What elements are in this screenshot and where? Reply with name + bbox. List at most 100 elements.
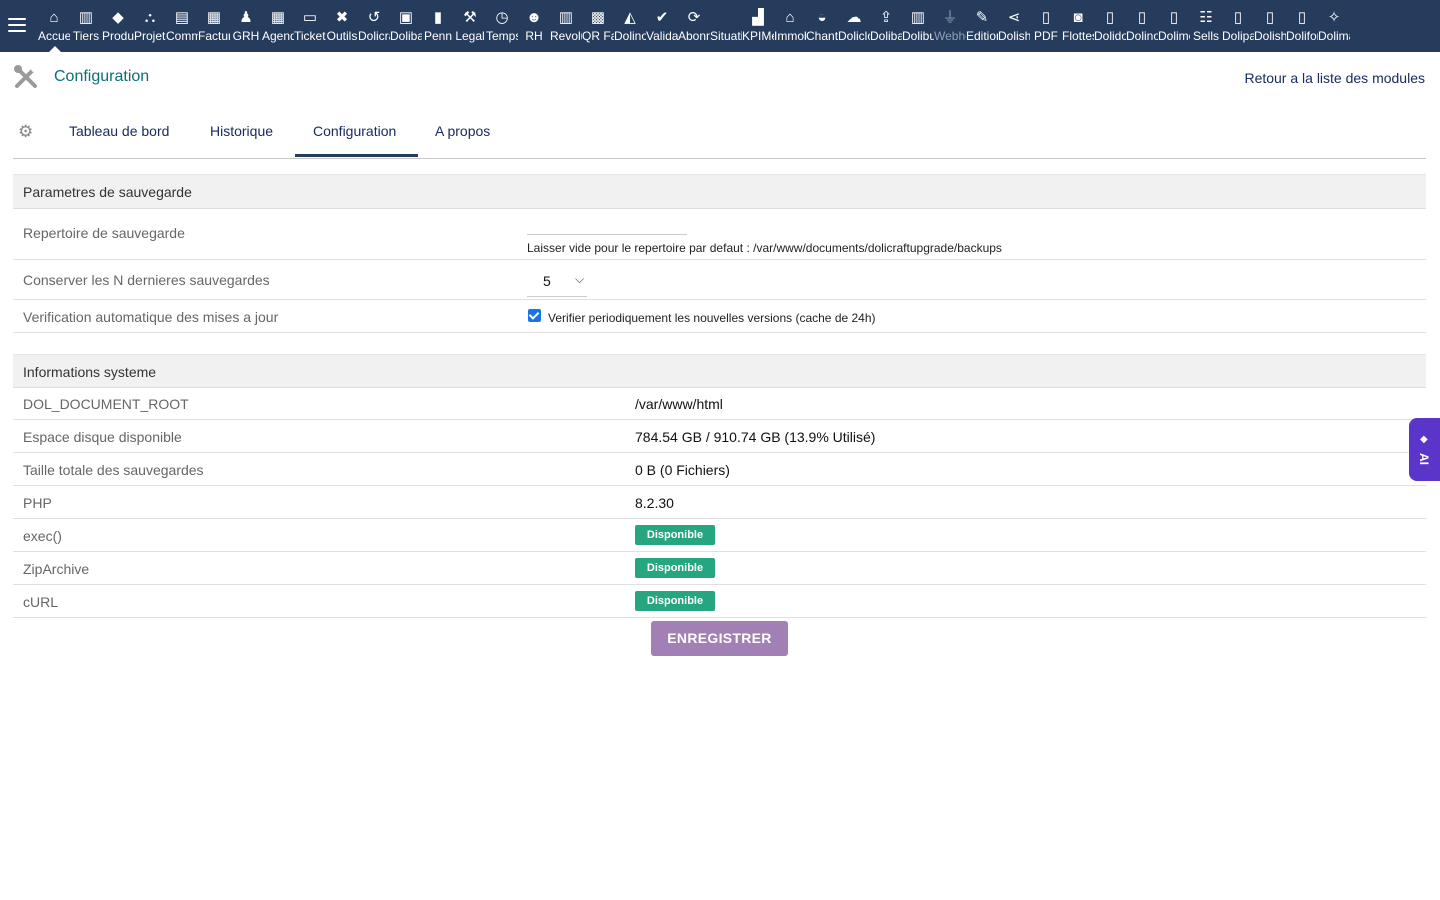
active-tab-indicator [295,154,418,157]
menu-item[interactable]: ♟ GRH [230,0,262,52]
menu-item-label: Dolimemo [1158,29,1190,43]
save-button[interactable]: ENREGISTRER [651,621,788,656]
menu-item[interactable]: Situation [710,0,742,52]
menu-item[interactable]: ◒ Chantier [806,0,838,52]
hamburger-menu-icon[interactable] [8,18,26,34]
menu-item[interactable]: ▣ Dolibarr [390,0,422,52]
house-icon: ⌂ [785,9,795,26]
invoice-icon: ▦ [206,9,222,26]
menu-item[interactable]: ▟ KPIMetrics [742,0,774,52]
tools-icon [14,65,37,88]
system-section-header: Informations systeme [13,354,1426,388]
menu-item[interactable]: ✖ Outils [326,0,358,52]
tab-tableau-de-bord[interactable]: Tableau de bord [69,123,169,139]
qrcode-icon: ▩ [590,9,606,26]
project-icon: ⛬ [144,9,156,26]
menu-item-label: Dolinote [1126,29,1158,43]
system-key: cURL [23,594,59,610]
refresh-icon: ⟳ [687,9,701,26]
ai-tab-label: AI [1417,453,1431,465]
menu-item[interactable]: ◙ Flottes [1062,0,1094,52]
menu-item-label: Situation [710,29,742,43]
cloud-icon: ☁ [846,9,862,26]
menu-item[interactable]: ▩ QR Facture [582,0,614,52]
menu-item-label: Dolisheet [1254,29,1286,43]
menu-item[interactable]: ✎ Editions [966,0,998,52]
gavel-icon: ⚒ [463,9,477,26]
menu-item[interactable]: ▯ Dolidoc [1094,0,1126,52]
ticket-icon: ▭ [302,9,318,26]
backup-directory-input[interactable] [527,226,687,235]
menu-item-label: Dolinotif [614,29,646,43]
menu-item-label: RH [525,29,543,43]
menu-item[interactable]: ⌂ Accueil [38,0,70,52]
backup-directory-hint: Laisser vide pour le repertoire par defa… [527,241,1002,255]
menu-item[interactable]: ☻ RH [518,0,550,52]
sheet-icon: ▯ [1265,9,1275,26]
menu-item[interactable]: ⌂ Immobilier [774,0,806,52]
menu-item[interactable]: ⇪ Dolibackup [870,0,902,52]
system-value: 784.54 GB / 910.74 GB (13.9% Utilisé) [635,429,876,445]
menu-item-label: Dolidoc [1094,29,1126,43]
menu-item[interactable]: ⛬ Projets [134,0,166,52]
menu-item[interactable]: ▭ Tickets [294,0,326,52]
menu-item-label: Dolicraft [358,29,390,43]
menu-item[interactable]: ☁ Dolicloud [838,0,870,52]
menu-item[interactable]: ✔ Validation [646,0,678,52]
back-to-modules-link[interactable]: Retour a la liste des modules [1244,70,1425,86]
backup-section-header: Parametres de sauvegarde [13,174,1426,209]
menu-item[interactable]: ▦ Agenda [262,0,294,52]
menu-item[interactable]: ▥ Dolibuild [902,0,934,52]
file-icon: ▮ [433,9,443,26]
menu-item[interactable]: ▦ Facturation [198,0,230,52]
table-row: PHP 8.2.30 [13,486,1426,519]
menu-item[interactable]: ◭ Dolinotif [614,0,646,52]
autocheck-checkbox[interactable] [528,309,541,322]
cube-icon: ◆ [112,9,124,26]
autocheck-checkbox-label[interactable]: Verifier periodiquement les nouvelles ve… [548,311,876,325]
chart-icon: ▟ [752,9,764,26]
menu-item-label: Penn [423,29,453,43]
menu-item-label: Projets [134,29,166,43]
keep-backups-select[interactable]: 5 ⌵ [527,264,587,297]
menu-item[interactable]: ▯ Doliform [1286,0,1318,52]
menu-item[interactable]: ⋖ Dolishare [998,0,1030,52]
tab-configuration[interactable]: Configuration [313,123,396,139]
helmet-icon: ◒ [817,9,827,26]
menu-item-label: Dolibarr [390,29,422,43]
plug-icon: ⏚ [942,9,958,26]
system-key: Taille totale des sauvegardes [23,462,204,478]
menu-item[interactable]: ▯ Dolinote [1126,0,1158,52]
menu-item[interactable]: ⏚ Webhooks [934,0,966,52]
menu-item[interactable]: ▤ Commercial [166,0,198,52]
menu-item[interactable]: ⚒ Legal [454,0,486,52]
menu-item[interactable]: ▥ Revolut [550,0,582,52]
ai-assistant-tab[interactable]: ◆ AI [1409,418,1440,481]
toolbox-icon: ▣ [398,9,414,26]
form-icon: ▯ [1297,9,1307,26]
menu-item[interactable]: ✧ Dolimagic [1318,0,1350,52]
tab-historique[interactable]: Historique [210,123,273,139]
menu-item[interactable]: ⟳ Abonnements [678,0,710,52]
tab-bar: ⚙ Tableau de bord Historique Configurati… [13,110,1426,159]
menu-item[interactable]: ▯ Dolipage [1222,0,1254,52]
status-badge: Disponible [635,558,715,578]
menu-item[interactable]: ▯ PDF [1030,0,1062,52]
tab-a-propos[interactable]: A propos [435,123,490,139]
bank-icon: ▥ [558,9,574,26]
sparkle-icon: ◆ [1420,434,1428,445]
menu-item-label: Dolibuild [902,29,934,43]
menu-item[interactable]: ↺ Dolicraft [358,0,390,52]
menu-item-label: Tiers [72,29,100,43]
page-icon: ▯ [1233,9,1243,26]
pdf-icon: ▯ [1041,9,1051,26]
autocheck-label: Verification automatique des mises a jou… [23,309,279,325]
menu-item[interactable]: ☷ Sells [1190,0,1222,52]
menu-item[interactable]: ▥ Tiers [70,0,102,52]
table-row: Taille totale des sauvegardes 0 B (0 Fic… [13,453,1426,486]
menu-item[interactable]: ▯ Dolisheet [1254,0,1286,52]
menu-item[interactable]: ◷ Temps [486,0,518,52]
menu-item[interactable]: ▯ Dolimemo [1158,0,1190,52]
menu-item[interactable]: ◆ Produits [102,0,134,52]
menu-item[interactable]: ▮ Penn [422,0,454,52]
